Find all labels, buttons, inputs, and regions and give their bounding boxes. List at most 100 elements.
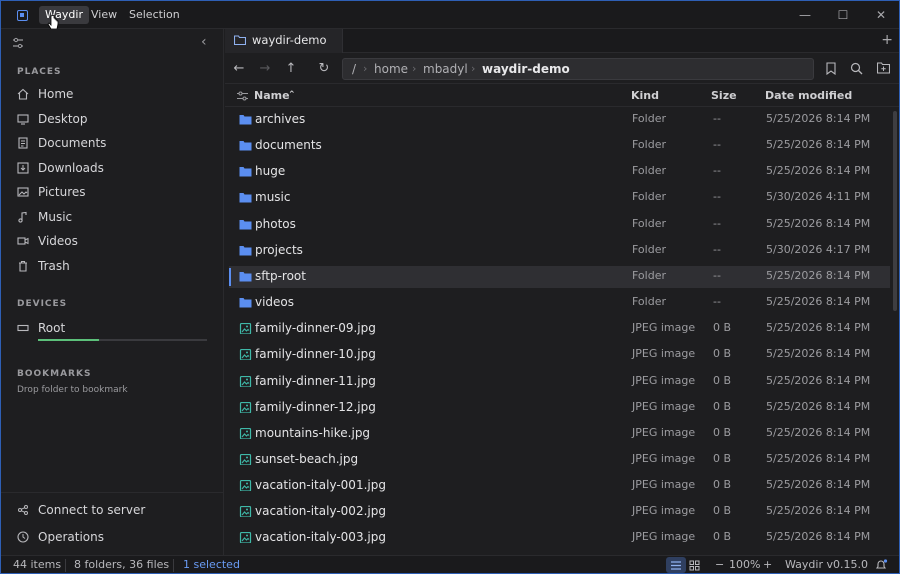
file-kind: JPEG image — [632, 478, 696, 492]
scrollbar[interactable] — [893, 111, 897, 311]
column-size[interactable]: Size — [711, 89, 737, 102]
file-row[interactable]: huge Folder -- 5/25/2026 8:14 PM — [229, 161, 890, 183]
file-row[interactable]: videos Folder -- 5/25/2026 8:14 PM — [229, 292, 890, 314]
breadcrumb-home[interactable]: home — [374, 59, 408, 79]
file-date: 5/25/2026 8:14 PM — [766, 216, 871, 230]
refresh-button[interactable]: ↻ — [316, 61, 332, 77]
file-size: 0 B — [713, 347, 732, 361]
new-tab-button[interactable]: + — [881, 33, 893, 47]
app-version: Waydir v0.15.0 — [785, 558, 868, 571]
file-date: 5/30/2026 4:17 PM — [766, 242, 871, 256]
up-button[interactable]: ↑ — [283, 61, 299, 77]
list-view-icon[interactable] — [670, 560, 682, 571]
search-icon[interactable] — [850, 62, 863, 75]
bookmark-icon[interactable] — [825, 62, 837, 75]
maximize-button[interactable]: ☐ — [835, 7, 851, 23]
desktop-icon — [17, 114, 29, 125]
sidebar-item-label: Videos — [38, 234, 78, 248]
file-date: 5/25/2026 8:14 PM — [766, 268, 871, 282]
sidebar-item-downloads[interactable]: Downloads — [17, 157, 207, 179]
zoom-in-button[interactable]: + — [763, 558, 772, 571]
menu-view[interactable]: View — [85, 6, 123, 24]
operations-button[interactable]: Operations — [17, 526, 207, 548]
file-row[interactable]: family-dinner-11.jpg JPEG image 0 B 5/25/20… — [229, 371, 890, 393]
grid-view-icon[interactable] — [689, 560, 700, 571]
file-row[interactable]: family-dinner-09.jpg JPEG image 0 B 5/25/20… — [229, 318, 890, 340]
collapse-sidebar-icon[interactable]: ‹ — [201, 34, 207, 50]
breadcrumb-current[interactable]: waydir-demo — [482, 59, 570, 79]
file-row[interactable]: mountains-hike.jpg JPEG image 0 B 5/25/2026… — [229, 423, 890, 445]
filter-settings-icon[interactable] — [12, 37, 24, 49]
sidebar-item-documents[interactable]: Documents — [17, 132, 207, 154]
videos-icon — [17, 237, 29, 245]
file-size: 0 B — [713, 321, 732, 335]
file-date: 5/25/2026 8:14 PM — [766, 321, 871, 335]
file-name: huge — [255, 164, 286, 179]
close-button[interactable]: ✕ — [873, 7, 889, 23]
zoom-out-button[interactable]: − — [715, 558, 724, 571]
main-pane: waydir-demo + ← → ↑ ↻ / › home › mbadyl … — [225, 29, 899, 555]
file-row[interactable]: family-dinner-10.jpg JPEG image 0 B 5/25/20… — [229, 344, 890, 366]
bookmarks-heading: BOOKMARKS — [17, 369, 92, 379]
connect-to-server-button[interactable]: Connect to server — [17, 499, 207, 521]
file-row[interactable]: family-dinner-12.jpg JPEG image 0 B 5/25/20… — [229, 397, 890, 419]
column-name[interactable]: Name — [254, 89, 290, 102]
sidebar-item-videos[interactable]: Videos — [17, 230, 207, 252]
drive-icon — [17, 324, 29, 332]
selection-count: 1 selected — [183, 558, 240, 571]
file-date: 5/25/2026 8:14 PM — [766, 530, 871, 544]
file-name: music — [255, 190, 291, 205]
file-kind: JPEG image — [632, 321, 696, 335]
column-kind[interactable]: Kind — [631, 89, 659, 102]
file-date: 5/25/2026 8:14 PM — [766, 138, 871, 152]
sidebar-item-music[interactable]: Music — [17, 206, 207, 228]
forward-button[interactable]: → — [257, 61, 273, 77]
file-row[interactable]: archives Folder -- 5/25/2026 8:14 PM — [229, 109, 890, 131]
sidebar-item-desktop[interactable]: Desktop — [17, 108, 207, 130]
breadcrumb-separator-icon: › — [412, 62, 417, 75]
tab-label: waydir-demo — [252, 33, 327, 47]
file-row[interactable]: sunset-beach.jpg JPEG image 0 B 5/25/2026 8… — [229, 449, 890, 471]
image-file-icon — [239, 506, 252, 518]
file-size: -- — [713, 190, 721, 204]
menu-selection[interactable]: Selection — [123, 6, 186, 24]
path-bar[interactable]: / › home › mbadyl › waydir-demo — [342, 58, 814, 80]
folder-icon — [239, 245, 252, 256]
column-settings-icon[interactable] — [237, 91, 248, 101]
file-size: -- — [713, 295, 721, 309]
file-date: 5/30/2026 4:11 PM — [766, 190, 871, 204]
breadcrumb-root[interactable]: / — [352, 59, 356, 79]
file-kind: Folder — [632, 295, 666, 309]
connect-to-server-label: Connect to server — [38, 503, 146, 517]
file-row[interactable]: music Folder -- 5/30/2026 4:11 PM — [229, 187, 890, 209]
file-row[interactable]: sftp-root Folder -- 5/25/2026 8:14 PM — [229, 265, 890, 288]
file-kind: Folder — [632, 112, 666, 125]
sidebar-item-trash[interactable]: Trash — [17, 255, 207, 277]
file-row[interactable]: vacation-italy-003.jpg JPEG image 0 B 5/25/… — [229, 527, 890, 549]
music-icon — [18, 211, 27, 223]
places-heading: PLACES — [17, 67, 62, 77]
file-row[interactable]: vacation-italy-001.jpg JPEG image 0 B 5/25/… — [229, 475, 890, 497]
file-row[interactable]: photos Folder -- 5/25/2026 8:14 PM — [229, 214, 890, 236]
minimize-button[interactable]: — — [797, 7, 813, 23]
new-folder-icon[interactable] — [877, 62, 890, 74]
column-date-modified[interactable]: Date modified — [765, 89, 852, 102]
sidebar-item-pictures[interactable]: Pictures — [17, 181, 207, 203]
image-file-icon — [239, 375, 252, 387]
folder-icon — [239, 167, 252, 177]
disk-usage-bar — [38, 339, 207, 341]
file-name: family-dinner-11.jpg — [255, 373, 376, 388]
sidebar-item-home[interactable]: Home — [17, 83, 207, 105]
back-button[interactable]: ← — [231, 61, 247, 77]
file-name: documents — [255, 138, 322, 153]
file-row[interactable]: vacation-italy-002.jpg JPEG image 0 B 5/25/… — [229, 501, 890, 523]
tab-waydir-demo[interactable]: waydir-demo — [225, 29, 343, 53]
notifications-icon[interactable] — [875, 559, 888, 571]
breadcrumb-mbadyl[interactable]: mbadyl — [423, 59, 468, 79]
file-row[interactable]: documents Folder -- 5/25/2026 8:14 PM — [229, 135, 890, 157]
folder-icon — [239, 193, 252, 203]
file-date: 5/25/2026 8:14 PM — [766, 164, 871, 178]
file-name: sftp-root — [255, 268, 306, 283]
sidebar-item-root[interactable]: Root — [17, 317, 207, 339]
file-row[interactable]: projects Folder -- 5/30/2026 4:17 PM — [229, 240, 890, 262]
